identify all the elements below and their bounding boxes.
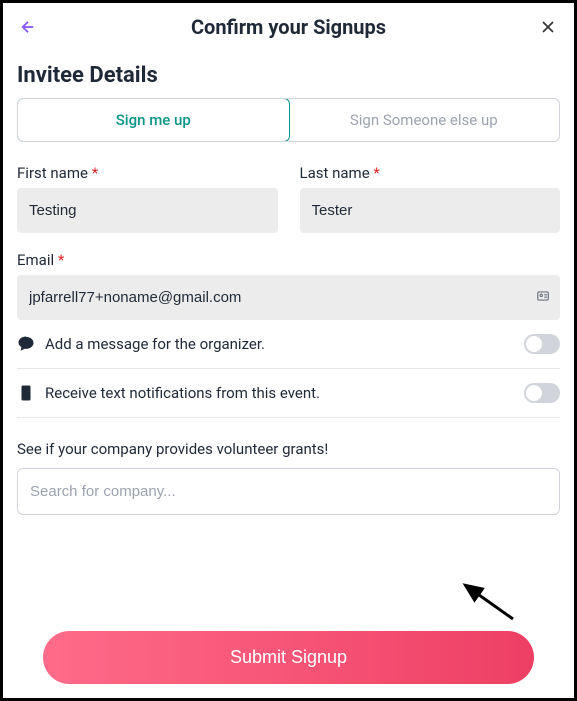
sms-toggle[interactable] — [524, 383, 560, 403]
last-name-label: Last name * — [300, 164, 561, 182]
email-input[interactable] — [17, 275, 560, 320]
tab-sign-me-up[interactable]: Sign me up — [17, 98, 290, 142]
company-search-input[interactable] — [17, 468, 560, 515]
first-name-label: First name * — [17, 164, 278, 182]
back-arrow-icon[interactable] — [19, 17, 37, 41]
close-icon[interactable] — [538, 17, 558, 43]
message-option-label: Add a message for the organizer. — [45, 335, 265, 353]
email-label: Email * — [17, 251, 560, 269]
contact-card-icon — [536, 289, 550, 307]
grants-label: See if your company provides volunteer g… — [17, 440, 560, 458]
submit-signup-button[interactable]: Submit Signup — [43, 631, 534, 684]
signup-tabs: Sign me up Sign Someone else up — [17, 98, 560, 142]
tab-sign-someone-else[interactable]: Sign Someone else up — [289, 99, 560, 141]
annotation-arrow-icon — [453, 579, 523, 629]
phone-icon — [17, 384, 35, 402]
section-title: Invitee Details — [17, 63, 560, 88]
last-name-input[interactable] — [300, 188, 561, 233]
sms-option-label: Receive text notifications from this eve… — [45, 384, 320, 402]
message-icon — [17, 335, 35, 353]
modal-title: Confirm your Signups — [191, 15, 386, 39]
first-name-input[interactable] — [17, 188, 278, 233]
message-toggle[interactable] — [524, 334, 560, 354]
